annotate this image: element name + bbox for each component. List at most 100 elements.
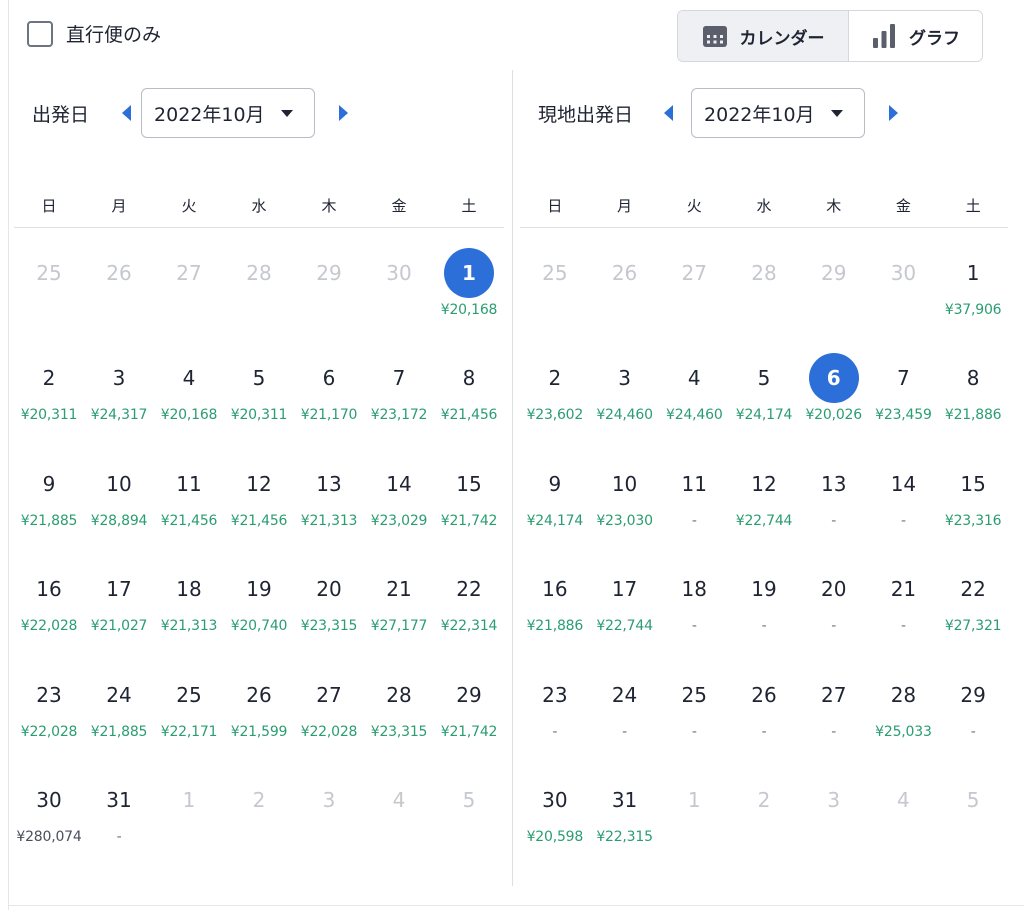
day-price: ¥22,028 bbox=[300, 723, 358, 740]
calendar-day[interactable]: 4 ¥24,460 bbox=[659, 353, 729, 458]
departure-prev-month-button[interactable] bbox=[111, 88, 141, 138]
calendar-day[interactable]: 20 - bbox=[799, 564, 869, 669]
calendar-day[interactable]: 29 ¥21,742 bbox=[434, 670, 504, 775]
calendar-day[interactable]: 26 ¥21,599 bbox=[224, 670, 294, 775]
day-number: 5 bbox=[462, 787, 476, 812]
day-price: ¥21,886 bbox=[944, 407, 1002, 424]
day-number: 3 bbox=[618, 366, 631, 391]
day-number: 25 bbox=[176, 682, 202, 707]
calendar-day[interactable]: 2 ¥23,602 bbox=[520, 353, 590, 458]
calendar-day[interactable]: 29 - bbox=[938, 670, 1008, 775]
day-number: 15 bbox=[960, 471, 986, 496]
calendar-day[interactable]: 20 ¥23,315 bbox=[294, 564, 364, 669]
calendar-day[interactable]: 16 ¥22,028 bbox=[14, 564, 84, 669]
direct-only-filter[interactable]: 直行便のみ bbox=[27, 20, 161, 47]
departure-month-select[interactable]: 2022年10月 bbox=[141, 88, 316, 138]
calendar-day[interactable]: 23 ¥22,028 bbox=[14, 670, 84, 775]
calendar-day[interactable]: 23 - bbox=[520, 670, 590, 775]
calendar-day[interactable]: 9 ¥24,174 bbox=[520, 459, 590, 564]
calendar-day[interactable]: 11 ¥21,456 bbox=[154, 459, 224, 564]
day-price: ¥21,742 bbox=[440, 512, 498, 529]
calendar-day: 29 bbox=[799, 248, 869, 353]
calendar-day[interactable]: 22 ¥27,321 bbox=[938, 564, 1008, 669]
calendar-day[interactable]: 24 - bbox=[590, 670, 660, 775]
calendar-day[interactable]: 18 ¥21,313 bbox=[154, 564, 224, 669]
calendar-day[interactable]: 19 ¥20,740 bbox=[224, 564, 294, 669]
weekday-label: 月 bbox=[617, 197, 633, 215]
graph-view-button[interactable]: グラフ bbox=[849, 11, 982, 61]
calendar-day[interactable]: 6 ¥21,170 bbox=[294, 353, 364, 458]
calendar-day[interactable]: 16 ¥21,886 bbox=[520, 564, 590, 669]
calendar-day-selected[interactable]: 1 ¥20,168 bbox=[434, 248, 504, 353]
weekday-label: 土 bbox=[461, 197, 477, 215]
calendar-day[interactable]: 21 - bbox=[869, 564, 939, 669]
calendar-day[interactable]: 26 - bbox=[729, 670, 799, 775]
calendar-day[interactable]: 9 ¥21,885 bbox=[14, 459, 84, 564]
day-number: 18 bbox=[681, 577, 707, 602]
calendar-day[interactable]: 7 ¥23,172 bbox=[364, 353, 434, 458]
calendar-day[interactable]: 13 - bbox=[799, 459, 869, 564]
calendar-day[interactable]: 14 ¥23,029 bbox=[364, 459, 434, 564]
calendar-day[interactable]: 30 ¥280,074 bbox=[14, 775, 84, 880]
calendar-day[interactable]: 8 ¥21,886 bbox=[938, 353, 1008, 458]
return-prev-month-button[interactable] bbox=[653, 88, 683, 138]
calendar-day[interactable]: 19 - bbox=[729, 564, 799, 669]
calendar-day[interactable]: 30 ¥20,598 bbox=[520, 775, 590, 880]
calendar-day[interactable]: 22 ¥22,314 bbox=[434, 564, 504, 669]
calendar-day[interactable]: 14 - bbox=[869, 459, 939, 564]
calendar-day[interactable]: 10 ¥23,030 bbox=[590, 459, 660, 564]
return-month-select[interactable]: 2022年10月 bbox=[691, 88, 866, 138]
calendar-day[interactable]: 7 ¥23,459 bbox=[869, 353, 939, 458]
day-number: 25 bbox=[542, 261, 568, 285]
calendar-day[interactable]: 28 ¥23,315 bbox=[364, 670, 434, 775]
calendar-day[interactable]: 11 - bbox=[659, 459, 729, 564]
calendar-day[interactable]: 5 ¥20,311 bbox=[224, 353, 294, 458]
day-number: 23 bbox=[36, 682, 62, 707]
return-next-month-button[interactable] bbox=[879, 88, 909, 138]
calendar-day[interactable]: 3 ¥24,460 bbox=[590, 353, 660, 458]
calendar-day[interactable]: 12 ¥22,744 bbox=[729, 459, 799, 564]
calendar-day[interactable]: 17 ¥21,027 bbox=[84, 564, 154, 669]
weekday-label: 火 bbox=[181, 197, 197, 215]
calendar-day[interactable]: 31 ¥22,315 bbox=[590, 775, 660, 880]
calendar-day[interactable]: 27 ¥22,028 bbox=[294, 670, 364, 775]
calendar-day[interactable]: 25 - bbox=[659, 670, 729, 775]
calendar-day[interactable]: 5 ¥24,174 bbox=[729, 353, 799, 458]
direct-only-checkbox[interactable] bbox=[27, 20, 53, 47]
calendar-day[interactable]: 25 ¥22,171 bbox=[154, 670, 224, 775]
calendar-day: 25 bbox=[520, 248, 590, 353]
calendar-day[interactable]: 13 ¥21,313 bbox=[294, 459, 364, 564]
calendar-day: 26 bbox=[84, 248, 154, 353]
departure-title: 出発日 bbox=[32, 103, 90, 126]
calendar-day[interactable]: 1 ¥37,906 bbox=[938, 248, 1008, 353]
calendar-day[interactable]: 18 - bbox=[659, 564, 729, 669]
day-price: ¥21,886 bbox=[526, 618, 584, 635]
day-number: 25 bbox=[36, 261, 62, 285]
calendar-day: 1 bbox=[154, 775, 224, 880]
calendar-day[interactable]: 10 ¥28,894 bbox=[84, 459, 154, 564]
calendar-day[interactable]: 8 ¥21,456 bbox=[434, 353, 504, 458]
calendar-day[interactable]: 17 ¥22,744 bbox=[590, 564, 660, 669]
no-price: - bbox=[831, 723, 837, 740]
calendar-day[interactable]: 12 ¥21,456 bbox=[224, 459, 294, 564]
return-day-grid: 25 26 27 28 29 30 1 ¥37,906 2 ¥23,602 3 ¥24,460 4 ¥24… bbox=[520, 248, 1008, 880]
calendar-day[interactable]: 15 ¥23,316 bbox=[938, 459, 1008, 564]
weekday-label: 金 bbox=[391, 197, 407, 215]
calendar-day[interactable]: 24 ¥21,885 bbox=[84, 670, 154, 775]
calendar-day[interactable]: 28 ¥25,033 bbox=[869, 670, 939, 775]
day-number: 27 bbox=[316, 682, 342, 707]
calendar-view-button[interactable]: カレンダー bbox=[678, 11, 849, 61]
calendar-day[interactable]: 2 ¥20,311 bbox=[14, 353, 84, 458]
day-price: ¥22,171 bbox=[160, 723, 218, 740]
departure-next-month-button[interactable] bbox=[329, 88, 359, 138]
weekday-label: 火 bbox=[686, 197, 702, 215]
departure-day-grid: 25 26 27 28 29 30 1 ¥20,168 2 ¥20,311 3 ¥24,317 4 ¥20… bbox=[14, 248, 504, 880]
day-number: 17 bbox=[611, 577, 638, 602]
calendar-day[interactable]: 3 ¥24,317 bbox=[84, 353, 154, 458]
calendar-day[interactable]: 27 - bbox=[799, 670, 869, 775]
calendar-day[interactable]: 31 - bbox=[84, 775, 154, 880]
calendar-day[interactable]: 21 ¥27,177 bbox=[364, 564, 434, 669]
calendar-day[interactable]: 4 ¥20,168 bbox=[154, 353, 224, 458]
calendar-day[interactable]: 15 ¥21,742 bbox=[434, 459, 504, 564]
calendar-day-selected[interactable]: 6 ¥20,026 bbox=[799, 353, 869, 458]
